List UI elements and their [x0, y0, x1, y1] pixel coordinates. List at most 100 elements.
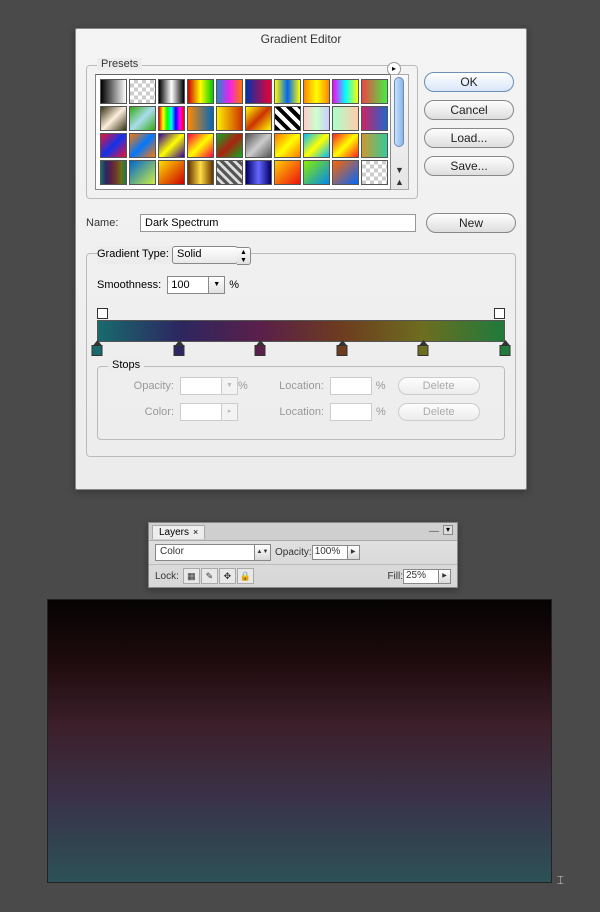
preset-swatch[interactable] — [303, 133, 330, 158]
opacity-stop-left[interactable] — [97, 308, 108, 319]
color-stop[interactable] — [500, 345, 511, 356]
preset-swatch[interactable] — [100, 106, 127, 131]
save-button[interactable]: Save... — [424, 156, 514, 176]
preset-swatch[interactable] — [332, 106, 359, 131]
preset-swatch[interactable] — [361, 133, 388, 158]
preset-swatch[interactable] — [303, 106, 330, 131]
preset-swatch[interactable] — [245, 79, 272, 104]
preset-swatch[interactable] — [274, 133, 301, 158]
preset-swatch[interactable] — [274, 160, 301, 185]
ok-button[interactable]: OK — [424, 72, 514, 92]
lock-pixels-icon[interactable]: ✎ — [201, 568, 218, 584]
preset-swatch[interactable] — [332, 133, 359, 158]
color-stop[interactable] — [255, 345, 266, 356]
stops-group: Stops Opacity: ▼ % Location: % Delete Co… — [97, 366, 505, 440]
gradient-type-select[interactable]: Solid ▲▼ — [172, 246, 238, 264]
color-location-unit: % — [376, 406, 386, 418]
opacity-stop-label: Opacity: — [108, 380, 174, 392]
opacity-input — [180, 377, 222, 395]
preset-swatch[interactable] — [303, 79, 330, 104]
opacity-location-input — [330, 377, 372, 395]
lock-all-icon[interactable]: 🔒 — [237, 568, 254, 584]
chevron-updown-icon: ▲▼ — [237, 247, 251, 265]
preset-swatch[interactable] — [187, 133, 214, 158]
fill-flyout[interactable]: ▶ — [439, 569, 451, 584]
color-stop-label: Color: — [108, 406, 174, 418]
color-stop[interactable] — [418, 345, 429, 356]
preset-swatch[interactable] — [158, 160, 185, 185]
preset-swatch[interactable] — [216, 106, 243, 131]
preset-swatch[interactable] — [361, 106, 388, 131]
smoothness-dropdown[interactable]: ▼ — [209, 276, 225, 294]
opacity-label: Opacity: — [275, 547, 312, 558]
preset-swatch[interactable] — [216, 160, 243, 185]
name-label: Name: — [86, 217, 140, 229]
opacity-stop-right[interactable] — [494, 308, 505, 319]
opacity-location-unit: % — [376, 380, 386, 392]
presets-label: Presets — [97, 58, 142, 70]
preset-swatch[interactable] — [100, 79, 127, 104]
preset-swatch[interactable] — [100, 160, 127, 185]
delete-color-stop-button: Delete — [398, 403, 480, 421]
color-stop[interactable] — [173, 345, 184, 356]
preset-swatch[interactable] — [158, 106, 185, 131]
color-stop[interactable] — [336, 345, 347, 356]
preset-swatch[interactable] — [129, 133, 156, 158]
preset-swatch[interactable] — [361, 79, 388, 104]
minimize-icon[interactable]: — — [429, 526, 439, 537]
preset-swatch[interactable] — [274, 106, 301, 131]
preset-swatch[interactable] — [187, 160, 214, 185]
preset-swatch[interactable] — [129, 106, 156, 131]
opacity-flyout[interactable]: ▶ — [348, 545, 360, 560]
preset-swatch[interactable] — [245, 106, 272, 131]
panel-menu-icon[interactable]: ▾ — [443, 525, 453, 535]
blend-mode-select[interactable]: Color — [155, 544, 255, 561]
scrollbar-thumb[interactable] — [394, 77, 404, 147]
smoothness-input[interactable] — [167, 276, 209, 294]
color-location-label: Location: — [258, 406, 324, 418]
layers-tab[interactable]: Layers× — [152, 525, 205, 539]
preset-swatch[interactable] — [158, 133, 185, 158]
presets-scrollbar[interactable]: ▲ ▼ — [391, 74, 409, 190]
color-stop[interactable] — [92, 345, 103, 356]
fill-input[interactable]: 25% — [403, 569, 439, 584]
preset-swatch[interactable] — [216, 133, 243, 158]
delete-opacity-stop-button: Delete — [398, 377, 480, 395]
gradient-bar-area — [97, 308, 505, 356]
cancel-button[interactable]: Cancel — [424, 100, 514, 120]
preset-swatch[interactable] — [158, 79, 185, 104]
gradient-editor-dialog: Gradient Editor Presets ▸ ▲ ▼ OK Cancel … — [75, 28, 527, 490]
presets-grid — [95, 74, 391, 190]
fill-label: Fill: — [387, 571, 403, 582]
preset-swatch[interactable] — [332, 160, 359, 185]
close-tab-icon[interactable]: × — [193, 527, 198, 537]
preset-swatch[interactable] — [245, 160, 272, 185]
preset-swatch[interactable] — [129, 160, 156, 185]
opacity-dropdown: ▼ — [222, 377, 238, 395]
preset-swatch[interactable] — [274, 79, 301, 104]
scroll-down-icon[interactable]: ▼ — [395, 165, 404, 175]
scroll-up-icon[interactable]: ▲ — [395, 177, 404, 187]
smoothness-label: Smoothness: — [97, 279, 161, 291]
presets-group: Presets ▸ ▲ ▼ — [86, 65, 418, 199]
preset-swatch[interactable] — [216, 79, 243, 104]
name-input[interactable] — [140, 214, 416, 232]
lock-position-icon[interactable]: ✥ — [219, 568, 236, 584]
layers-panel: Layers× — ▾ Color ▲▼ Opacity: 100% ▶ Loc… — [148, 522, 458, 588]
opacity-input[interactable]: 100% — [312, 545, 348, 560]
dialog-title: Gradient Editor — [76, 29, 526, 47]
new-button[interactable]: New — [426, 213, 516, 233]
preset-swatch[interactable] — [361, 160, 388, 185]
preset-swatch[interactable] — [245, 133, 272, 158]
lock-transparency-icon[interactable]: ▦ — [183, 568, 200, 584]
chevron-updown-icon[interactable]: ▲▼ — [255, 544, 271, 561]
preset-swatch[interactable] — [129, 79, 156, 104]
preset-swatch[interactable] — [332, 79, 359, 104]
opacity-unit: % — [238, 380, 248, 392]
load-button[interactable]: Load... — [424, 128, 514, 148]
preset-swatch[interactable] — [187, 106, 214, 131]
gradient-bar[interactable] — [97, 320, 505, 342]
preset-swatch[interactable] — [100, 133, 127, 158]
preset-swatch[interactable] — [187, 79, 214, 104]
preset-swatch[interactable] — [303, 160, 330, 185]
